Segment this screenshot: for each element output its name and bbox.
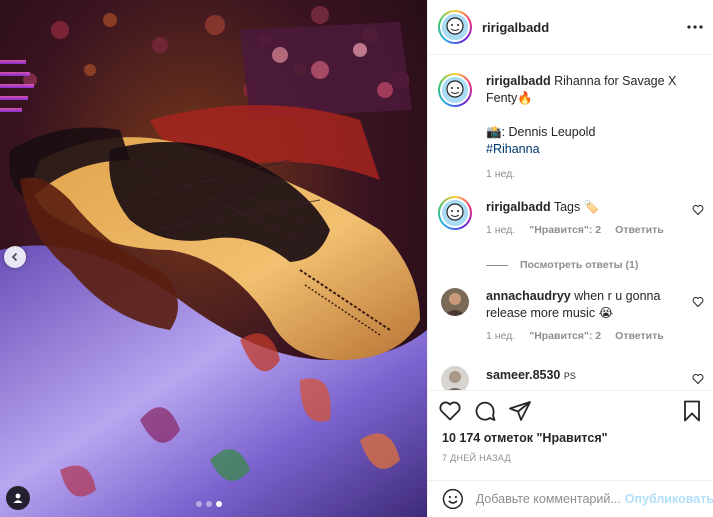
heart-icon[interactable] bbox=[438, 399, 462, 423]
post-photo bbox=[0, 0, 427, 517]
comment-time[interactable]: 1 нед. bbox=[486, 330, 515, 342]
comment-likes[interactable]: "Нравится": 2 bbox=[529, 224, 601, 236]
comment-text: sameer.8530 PS bbox=[486, 366, 704, 385]
view-replies-button[interactable]: Посмотреть ответы (1) bbox=[486, 259, 638, 271]
comment-body: Tags bbox=[553, 200, 581, 214]
caption-time[interactable]: 1 нед. bbox=[486, 168, 515, 180]
action-buttons bbox=[438, 399, 704, 425]
comment-avatar[interactable] bbox=[441, 366, 469, 390]
comment-icon[interactable] bbox=[473, 399, 497, 423]
crying-emoji: 😭 bbox=[598, 306, 614, 320]
carousel-dot bbox=[206, 501, 212, 507]
heart-icon[interactable] bbox=[692, 296, 704, 308]
caption: ririgalbadd Rihanna for Savage X Fenty🔥 … bbox=[438, 73, 704, 180]
caption-meta: 1 нед. bbox=[486, 168, 704, 180]
post-sidebar: ririgalbadd ririgalbadd Rihanna for Sava… bbox=[427, 0, 713, 517]
post-media[interactable] bbox=[0, 0, 427, 517]
author-avatar[interactable] bbox=[438, 10, 472, 44]
carousel-prev-button[interactable] bbox=[4, 246, 26, 268]
carousel-dot-active bbox=[216, 501, 222, 507]
avatar-image bbox=[442, 77, 468, 103]
posted-time[interactable]: 7 ДНЕЙ НАЗАД bbox=[442, 453, 511, 463]
more-horizontal-icon[interactable] bbox=[686, 18, 704, 36]
comment-username[interactable]: sameer.8530 bbox=[486, 368, 560, 382]
emoji-icon[interactable] bbox=[442, 488, 464, 510]
comment-avatar[interactable] bbox=[441, 288, 469, 316]
divider-line bbox=[486, 264, 508, 266]
comment-text: ririgalbadd Tags 🏷️ bbox=[486, 196, 704, 216]
heart-icon[interactable] bbox=[692, 373, 704, 385]
bookmark-icon[interactable] bbox=[680, 399, 704, 423]
caption-text: ririgalbadd Rihanna for Savage X Fenty🔥 … bbox=[486, 73, 704, 158]
carousel-dot bbox=[196, 501, 202, 507]
comment-item: ririgalbadd Tags 🏷️ 1 нед. "Нравится": 2… bbox=[438, 196, 704, 236]
comment-username[interactable]: annachaudryy bbox=[486, 289, 571, 303]
share-icon[interactable] bbox=[508, 399, 532, 423]
comment-likes[interactable]: "Нравится": 2 bbox=[529, 330, 601, 342]
user-icon bbox=[13, 493, 23, 503]
chevron-left-icon bbox=[11, 252, 18, 262]
avatar-image bbox=[441, 288, 469, 316]
reply-button[interactable]: Ответить bbox=[615, 330, 664, 342]
heart-icon[interactable] bbox=[692, 204, 704, 216]
author-username[interactable]: ririgalbadd bbox=[482, 20, 549, 35]
comment-time[interactable]: 1 нед. bbox=[486, 224, 515, 236]
comment-input[interactable]: Добавьте комментарий... bbox=[476, 492, 622, 506]
photo-credit: : Dennis Leupold bbox=[501, 125, 596, 139]
avatar-image bbox=[441, 366, 469, 390]
comment-item: annachaudryy when r u gonna release more… bbox=[438, 288, 704, 342]
fire-emoji: 🔥 bbox=[517, 91, 533, 105]
publish-button[interactable]: Опубликовать bbox=[625, 492, 713, 506]
post-actions: 10 174 отметок "Нравится" 7 ДНЕЙ НАЗАД bbox=[428, 390, 713, 480]
avatar-image bbox=[442, 14, 468, 40]
comment-body: PS bbox=[563, 371, 576, 381]
comment-item: sameer.8530 PS bbox=[438, 366, 704, 390]
tag-emoji: 🏷️ bbox=[583, 200, 600, 214]
add-comment-bar: Добавьте комментарий... Опубликовать bbox=[428, 480, 713, 517]
reply-button[interactable]: Ответить bbox=[615, 224, 664, 236]
comment-meta: 1 нед. "Нравится": 2 Ответить bbox=[486, 330, 704, 342]
hashtag-link[interactable]: #Rihanna bbox=[486, 142, 540, 156]
view-replies-label: Посмотреть ответы (1) bbox=[520, 259, 639, 271]
comment-username[interactable]: ririgalbadd bbox=[486, 200, 551, 214]
post-modal: ririgalbadd ririgalbadd Rihanna for Sava… bbox=[0, 0, 713, 517]
comment-avatar[interactable] bbox=[438, 196, 472, 230]
comment-text: annachaudryy when r u gonna release more… bbox=[486, 288, 704, 322]
tagged-users-button[interactable] bbox=[6, 486, 30, 510]
carousel-indicator bbox=[196, 501, 222, 507]
comment-meta: 1 нед. "Нравится": 2 Ответить bbox=[486, 224, 704, 236]
caption-avatar[interactable] bbox=[438, 73, 472, 107]
caption-username[interactable]: ririgalbadd bbox=[486, 74, 551, 88]
camera-emoji: 📸 bbox=[486, 125, 502, 139]
avatar-image bbox=[442, 200, 468, 226]
likes-count[interactable]: 10 174 отметок "Нравится" bbox=[442, 431, 608, 445]
post-header: ririgalbadd bbox=[428, 0, 713, 55]
comments-list[interactable]: ririgalbadd Rihanna for Savage X Fenty🔥 … bbox=[428, 56, 713, 390]
